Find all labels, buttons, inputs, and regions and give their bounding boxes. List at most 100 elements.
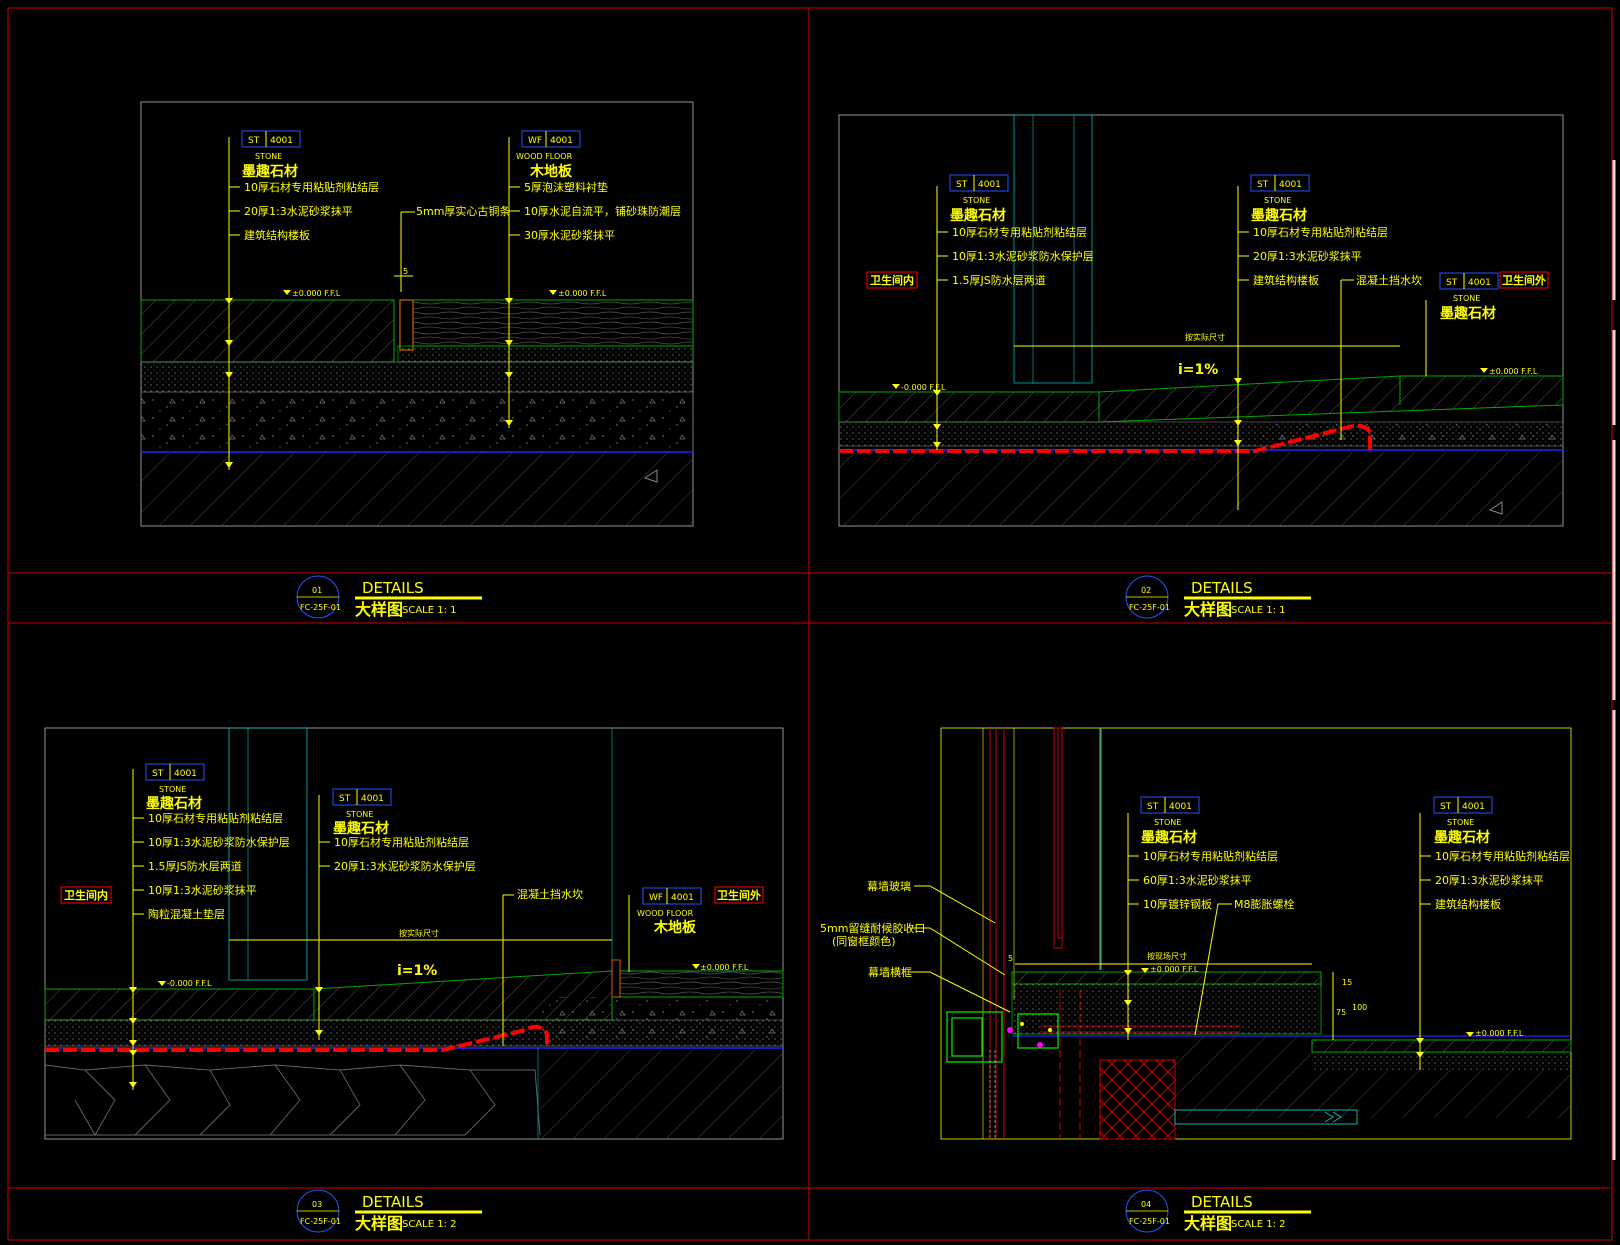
- svg-text:幕墙玻璃: 幕墙玻璃: [867, 879, 911, 893]
- svg-text:10厚石材专用粘贴剂粘结层: 10厚石材专用粘贴剂粘结层: [1435, 849, 1570, 863]
- svg-text:100: 100: [1352, 1003, 1367, 1012]
- svg-text:ST: ST: [339, 794, 351, 804]
- title-block-02: 02 FC-25F-01 DETAILS 大样图 SCALE 1: 1: [1125, 575, 1311, 619]
- tag-stone-p2-right: ST 4001 STONE 墨趣石材: [1439, 272, 1499, 322]
- panel-03: ST 4001 STONE 墨趣石材 10厚石材专用粘贴剂粘结层 10厚1:3水…: [44, 727, 784, 1140]
- svg-text:木地板: 木地板: [529, 163, 573, 180]
- svg-text:卫生间内: 卫生间内: [64, 888, 108, 902]
- svg-text:DETAILS: DETAILS: [1191, 1193, 1253, 1211]
- svg-text:±0.000 F.F.L: ±0.000 F.F.L: [558, 289, 607, 298]
- tag-stone-p3-left: ST 4001 STONE 墨趣石材: [145, 763, 205, 812]
- svg-text:i=1%: i=1%: [1178, 362, 1218, 378]
- svg-text:4001: 4001: [1279, 180, 1302, 190]
- svg-text:卫生间内: 卫生间内: [870, 273, 914, 287]
- svg-text:20厚1:3水泥砂浆防水保护层: 20厚1:3水泥砂浆防水保护层: [334, 859, 476, 873]
- svg-text:10厚石材专用粘贴剂粘结层: 10厚石材专用粘贴剂粘结层: [1253, 225, 1388, 239]
- svg-text:卫生间外: 卫生间外: [717, 888, 761, 902]
- svg-text:木地板: 木地板: [653, 919, 697, 936]
- svg-text:混凝土挡水坎: 混凝土挡水坎: [1356, 273, 1422, 287]
- svg-text:按实际尺寸: 按实际尺寸: [1185, 332, 1225, 342]
- svg-text:10厚镀锌钢板: 10厚镀锌钢板: [1143, 897, 1212, 911]
- svg-text:WF: WF: [528, 136, 542, 146]
- svg-text:(同窗框颜色): (同窗框颜色): [832, 934, 896, 948]
- svg-text:20厚1:3水泥砂浆抹平: 20厚1:3水泥砂浆抹平: [244, 204, 353, 218]
- svg-text:ST: ST: [152, 769, 164, 779]
- svg-text:4001: 4001: [1468, 278, 1491, 288]
- svg-text:10厚1:3水泥砂浆抹平: 10厚1:3水泥砂浆抹平: [148, 883, 257, 897]
- svg-text:04: 04: [1141, 1200, 1151, 1209]
- svg-text:03: 03: [312, 1200, 322, 1209]
- drawing-canvas: ST 4001 STONE 墨趣石材 10厚石材专用粘贴剂粘结层 20厚1:3水…: [7, 7, 1616, 1241]
- svg-text:DETAILS: DETAILS: [362, 1193, 424, 1211]
- svg-text:WF: WF: [649, 893, 663, 903]
- svg-text:4001: 4001: [361, 794, 384, 804]
- svg-text:墨趣石材: 墨趣石材: [1141, 829, 1197, 846]
- svg-text:ST: ST: [248, 136, 260, 146]
- svg-text:ST: ST: [1446, 278, 1458, 288]
- svg-text:5mm厚实心古铜条: 5mm厚实心古铜条: [416, 204, 510, 218]
- svg-text:WOOD FLOOR: WOOD FLOOR: [637, 909, 694, 918]
- svg-text:SCALE 1: 1: SCALE 1: 1: [402, 605, 457, 616]
- svg-text:FC-25F-01: FC-25F-01: [1129, 1217, 1170, 1226]
- svg-text:陶粒混凝土垫层: 陶粒混凝土垫层: [148, 907, 225, 921]
- svg-text:墨趣石材: 墨趣石材: [146, 795, 202, 812]
- svg-text:4001: 4001: [1169, 802, 1192, 812]
- svg-text:大样图: 大样图: [355, 1214, 403, 1233]
- svg-text:STONE: STONE: [1154, 818, 1181, 827]
- svg-text:FC-25F-01: FC-25F-01: [300, 603, 341, 612]
- svg-text:大样图: 大样图: [355, 600, 403, 619]
- svg-text:STONE: STONE: [255, 152, 282, 161]
- svg-text:10厚1:3水泥砂浆防水保护层: 10厚1:3水泥砂浆防水保护层: [148, 835, 290, 849]
- svg-text:30厚水泥砂浆抹平: 30厚水泥砂浆抹平: [524, 228, 615, 242]
- svg-text:建筑结构楼板: 建筑结构楼板: [244, 228, 310, 242]
- svg-text:FC-25F-01: FC-25F-01: [1129, 603, 1170, 612]
- tag-stone-p4-mid: ST 4001 STONE 墨趣石材: [1140, 796, 1200, 846]
- svg-text:1.5厚JS防水层两道: 1.5厚JS防水层两道: [148, 859, 242, 873]
- svg-text:ST: ST: [1147, 802, 1159, 812]
- svg-text:STONE: STONE: [159, 785, 186, 794]
- svg-text:02: 02: [1141, 586, 1151, 595]
- svg-text:1.5厚JS防水层两道: 1.5厚JS防水层两道: [952, 273, 1046, 287]
- svg-text:5: 5: [1008, 954, 1013, 963]
- svg-text:幕墙横框: 幕墙横框: [868, 965, 912, 979]
- svg-text:墨趣石材: 墨趣石材: [1251, 207, 1307, 224]
- svg-text:10厚水泥自流平，铺砂珠防潮层: 10厚水泥自流平，铺砂珠防潮层: [524, 204, 681, 218]
- svg-text:STONE: STONE: [346, 810, 373, 819]
- svg-text:按现场尺寸: 按现场尺寸: [1147, 951, 1187, 961]
- tag-stone-p3-mid: ST 4001 STONE 墨趣石材: [332, 788, 392, 837]
- svg-text:大样图: 大样图: [1184, 600, 1232, 619]
- svg-text:4001: 4001: [671, 893, 694, 903]
- svg-text:大样图: 大样图: [1184, 1214, 1232, 1233]
- svg-text:建筑结构楼板: 建筑结构楼板: [1435, 897, 1501, 911]
- svg-text:±0.000 F.F.L: ±0.000 F.F.L: [700, 963, 749, 972]
- svg-text:DETAILS: DETAILS: [362, 579, 424, 597]
- svg-text:60厚1:3水泥砂浆抹平: 60厚1:3水泥砂浆抹平: [1143, 873, 1252, 887]
- svg-text:-0.000 F.F.L: -0.000 F.F.L: [167, 979, 212, 988]
- tag-wood-p1: WF 4001 WOOD FLOOR 木地板: [516, 130, 581, 180]
- svg-text:建筑结构楼板: 建筑结构楼板: [1253, 273, 1319, 287]
- svg-text:墨趣石材: 墨趣石材: [242, 163, 298, 180]
- svg-text:10厚石材专用粘贴剂粘结层: 10厚石材专用粘贴剂粘结层: [148, 811, 283, 825]
- svg-text:SCALE 1: 1: SCALE 1: 1: [1231, 605, 1286, 616]
- title-block-03: 03 FC-25F-01 DETAILS 大样图 SCALE 1: 2: [296, 1189, 482, 1233]
- panel-04: 幕墙玻璃 5mm留缝耐候胶收口 (同窗框颜色) 幕墙横框 ST 4001 STO…: [820, 727, 1572, 1140]
- svg-text:10厚1:3水泥砂浆防水保护层: 10厚1:3水泥砂浆防水保护层: [952, 249, 1094, 263]
- svg-text:4001: 4001: [174, 769, 197, 779]
- svg-text:SCALE 1: 2: SCALE 1: 2: [1231, 1219, 1286, 1230]
- svg-text:DETAILS: DETAILS: [1191, 579, 1253, 597]
- svg-text:ST: ST: [1257, 180, 1269, 190]
- svg-text:5mm留缝耐候胶收口: 5mm留缝耐候胶收口: [820, 921, 925, 935]
- svg-text:M8膨胀螺栓: M8膨胀螺栓: [1234, 897, 1295, 911]
- tag-wood-p3: WF 4001 WOOD FLOOR 木地板: [637, 887, 702, 936]
- svg-text:5: 5: [403, 267, 408, 276]
- svg-text:10厚石材专用粘贴剂粘结层: 10厚石材专用粘贴剂粘结层: [1143, 849, 1278, 863]
- svg-text:墨趣石材: 墨趣石材: [950, 207, 1006, 224]
- svg-text:01: 01: [312, 586, 322, 595]
- tag-stone-p2-left: ST 4001 STONE 墨趣石材: [949, 174, 1009, 224]
- svg-text:STONE: STONE: [1447, 818, 1474, 827]
- svg-text:墨趣石材: 墨趣石材: [333, 820, 389, 837]
- svg-text:WOOD FLOOR: WOOD FLOOR: [516, 152, 573, 161]
- svg-text:4001: 4001: [978, 180, 1001, 190]
- svg-text:75: 75: [1336, 1008, 1346, 1017]
- svg-text:墨趣石材: 墨趣石材: [1440, 305, 1496, 322]
